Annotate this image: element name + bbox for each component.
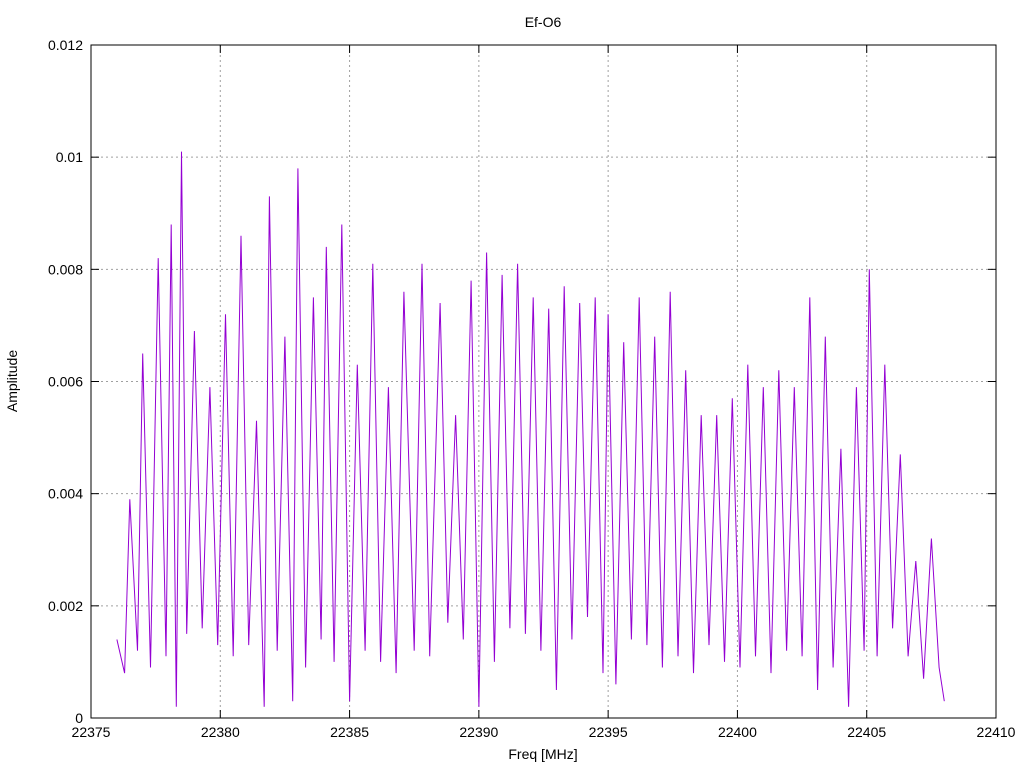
chart-container: Ef-O6 22375 22380 22385 22390 22395 22400 2240… <box>0 0 1024 768</box>
x-tick-label: 22375 <box>72 724 111 740</box>
amplitude-series-line <box>116 151 945 707</box>
x-tick-label: 22400 <box>718 724 757 740</box>
series-layer <box>116 151 945 707</box>
y-tick-label: 0.008 <box>48 261 83 277</box>
line-chart: Ef-O6 22375 22380 22385 22390 22395 22400 2240… <box>4 14 1016 762</box>
x-tick-label: 22405 <box>847 724 886 740</box>
y-tick-label: 0.002 <box>48 598 83 614</box>
chart-title: Ef-O6 <box>525 14 562 30</box>
y-tick-label: 0 <box>75 710 83 726</box>
x-tick-label: 22410 <box>977 724 1016 740</box>
x-tick-label: 22390 <box>459 724 498 740</box>
x-tick-label: 22395 <box>589 724 628 740</box>
x-tick-label: 22385 <box>330 724 369 740</box>
x-axis-label: Freq [MHz] <box>508 746 577 762</box>
y-tick-label: 0.012 <box>48 37 83 53</box>
y-tick-label: 0.004 <box>48 486 83 502</box>
x-tick-label: 22380 <box>201 724 240 740</box>
y-tick-label: 0.01 <box>56 149 83 165</box>
y-axis-label: Amplitude <box>4 350 20 412</box>
y-tick-label: 0.006 <box>48 374 83 390</box>
